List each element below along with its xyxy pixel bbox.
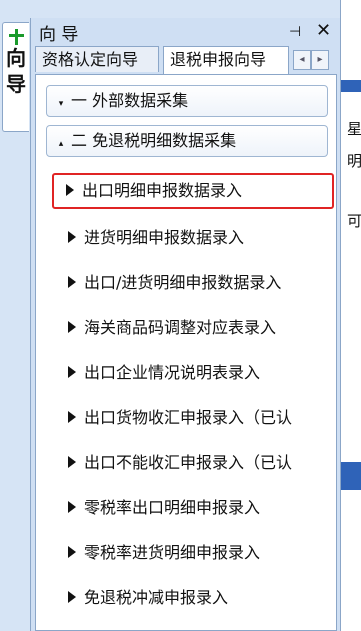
list-item[interactable]: 零税率进货明细申报录入 [56,538,326,568]
arrow-right-icon [68,545,76,558]
close-icon[interactable]: ✕ [316,20,331,41]
list-item[interactable]: 出口/进货明细申报数据录入 [56,268,326,298]
arrow-right-icon [68,455,76,468]
accent-bar [341,462,361,490]
arrow-right-icon [68,365,76,378]
left-dock-strip: 向 导 [0,0,30,631]
panel-titlebar: 向 导 ⊣ ✕ [31,18,341,45]
wizard-content: ▾ 一 外部数据采集 ▴ 二 免退税明细数据采集 出口明细申报数据录入 进货明细申报… [35,74,337,631]
arrow-right-icon [68,230,76,243]
partial-text: 可 [347,212,361,230]
partial-text: 明 [347,152,361,170]
list-item[interactable]: 海关商品码调整对应表录入 [56,313,326,343]
side-tab-char-2: 导 [6,72,26,96]
panel-tabs: 资格认定向导 退税申报向导 ◂ ▸ [35,46,341,74]
list-item[interactable]: 免退税冲减申报录入 [56,583,326,613]
group-external-data[interactable]: ▾ 一 外部数据采集 [46,85,328,117]
tab-scroll-left-icon[interactable]: ◂ [293,50,311,70]
list-item[interactable]: 零税率出口明细申报录入 [56,493,326,523]
side-tab-char-1: 向 [6,46,26,70]
wizard-side-tab[interactable]: 向 导 [2,22,29,132]
arrow-right-icon [68,500,76,513]
pin-panel-icon[interactable]: ⊣ [289,24,301,40]
partial-text: 星 [347,120,361,138]
group-detail-data[interactable]: ▴ 二 免退税明细数据采集 [46,125,328,157]
tab-scroll-right-icon[interactable]: ▸ [311,50,329,70]
expand-icon: ▴ [58,139,64,149]
arrow-right-icon [68,590,76,603]
list-item[interactable]: 进货明细申报数据录入 [56,223,326,253]
arrow-right-icon [68,275,76,288]
arrow-right-icon [68,410,76,423]
panel-title: 向 导 [39,25,79,45]
list-item[interactable]: 出口明细申报数据录入 [52,173,334,209]
group-label: 一 外部数据采集 [71,91,189,110]
collapse-icon: ▾ [58,99,64,109]
tab-tax-refund-wizard[interactable]: 退税申报向导 [163,46,289,74]
tab-qualification-wizard[interactable]: 资格认定向导 [35,46,159,72]
arrow-right-icon [68,320,76,333]
group-label: 二 免退税明细数据采集 [71,131,237,150]
main-area-edge: 星 明 可 [340,0,361,631]
pin-icon [8,29,24,45]
list-item[interactable]: 出口不能收汇申报录入（已认 [56,448,326,478]
accent-bar [341,80,361,92]
arrow-right-icon [66,183,74,196]
wizard-panel: 向 导 ⊣ ✕ 资格认定向导 退税申报向导 ◂ ▸ ▾ 一 外部数据采集 ▴ 二 免… [30,18,341,631]
list-item[interactable]: 出口企业情况说明表录入 [56,358,326,388]
list-item[interactable]: 出口货物收汇申报录入（已认 [56,403,326,433]
